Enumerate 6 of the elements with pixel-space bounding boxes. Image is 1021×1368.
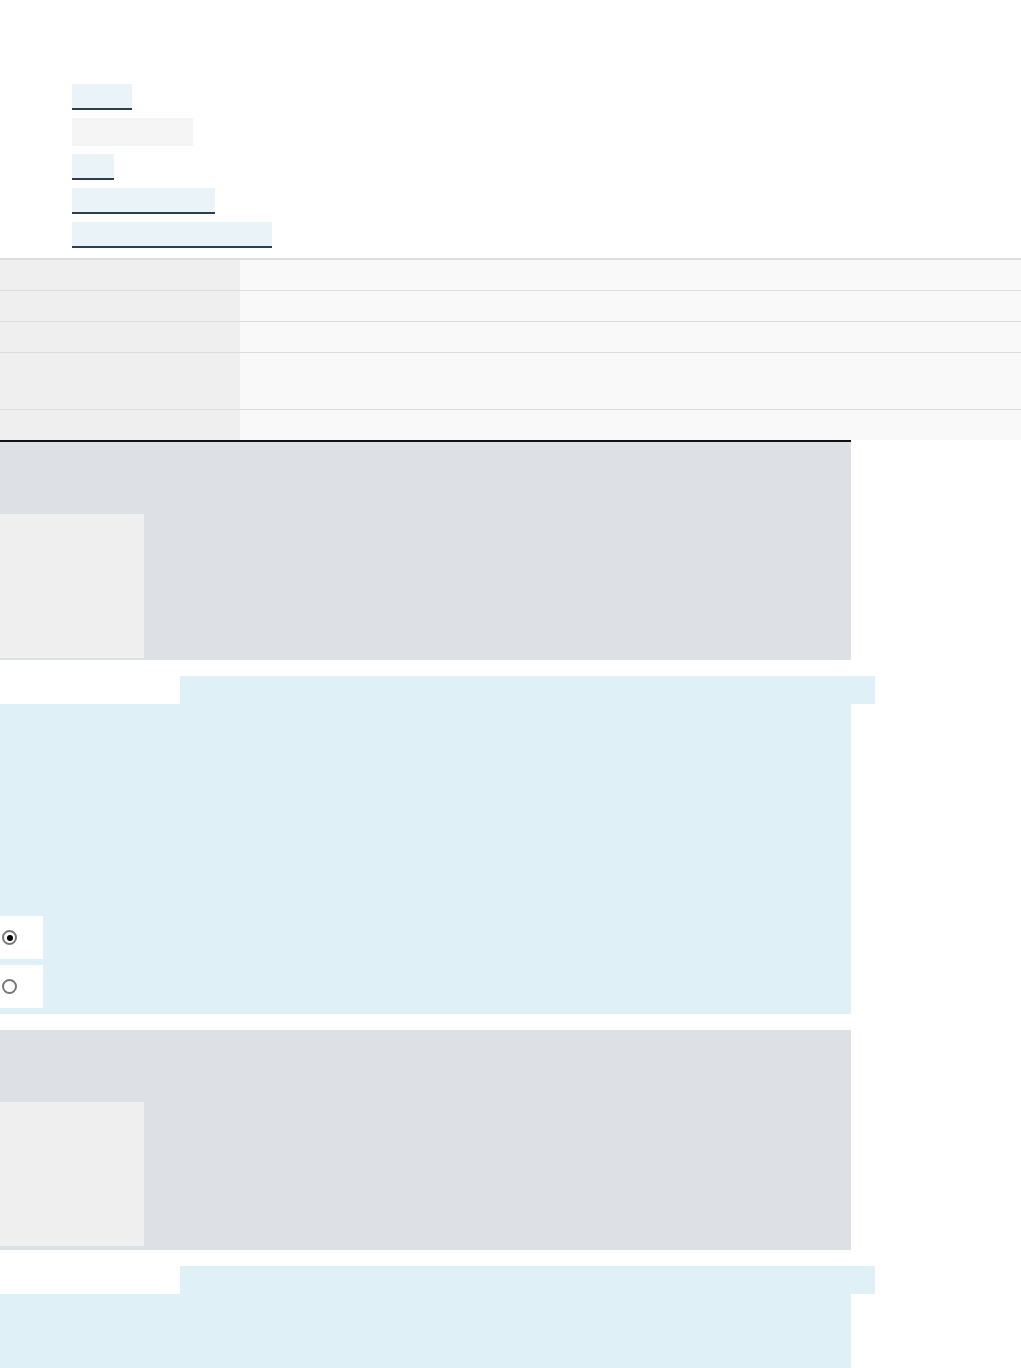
nav-link[interactable] xyxy=(72,188,215,214)
radio-button[interactable] xyxy=(2,979,17,994)
radio-button[interactable] xyxy=(2,930,17,945)
nav-link[interactable] xyxy=(72,154,114,180)
nav-link[interactable] xyxy=(72,222,272,248)
nav-link[interactable] xyxy=(72,84,132,110)
